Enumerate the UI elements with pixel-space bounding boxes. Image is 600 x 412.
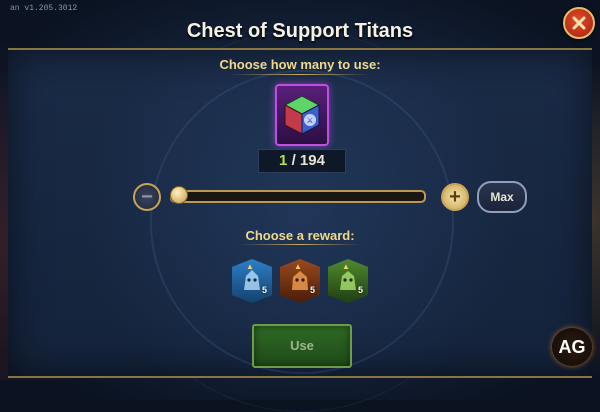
reward-option[interactable]: ▲ 5 bbox=[280, 259, 320, 303]
choose-reward-label: Choose a reward: bbox=[245, 228, 355, 243]
chest-item: ⚔ bbox=[275, 84, 329, 146]
crown-icon: ▲ bbox=[294, 262, 302, 271]
dialog-title: Chest of Support Titans bbox=[186, 20, 414, 42]
version-label: an v1.205.3012 bbox=[10, 4, 78, 13]
divider bbox=[230, 74, 370, 75]
minus-icon: − bbox=[141, 186, 153, 208]
increase-button[interactable]: + bbox=[441, 183, 469, 211]
quantity-slider-handle[interactable] bbox=[170, 186, 188, 204]
plus-icon: + bbox=[449, 186, 461, 208]
reward-option[interactable]: ▲ 5 bbox=[328, 259, 368, 303]
reward-option[interactable]: ▲ 5 bbox=[232, 259, 272, 303]
crown-icon: ▲ bbox=[246, 262, 254, 271]
count-separator: / bbox=[291, 152, 296, 169]
titan-portrait-icon bbox=[340, 271, 356, 290]
total-count: 194 bbox=[299, 152, 325, 169]
ag-logo: AG bbox=[552, 328, 592, 366]
decrease-button[interactable]: − bbox=[133, 183, 161, 211]
svg-text:⚔: ⚔ bbox=[306, 116, 313, 125]
reward-stars: 5 bbox=[357, 285, 363, 295]
crown-icon: ▲ bbox=[342, 262, 350, 271]
chest-icon: ⚔ bbox=[283, 95, 321, 135]
titan-portrait-icon bbox=[292, 271, 308, 290]
use-button[interactable]: Use bbox=[252, 324, 352, 368]
use-count-display: 1 / 194 bbox=[258, 149, 346, 173]
current-count: 1 bbox=[279, 152, 288, 169]
close-button[interactable] bbox=[563, 7, 595, 39]
close-icon bbox=[572, 16, 586, 30]
quantity-slider-track[interactable] bbox=[170, 190, 426, 203]
titan-portrait-icon bbox=[244, 270, 260, 290]
reward-stars: 5 bbox=[309, 285, 315, 295]
max-button[interactable]: Max bbox=[477, 181, 527, 213]
dialog: an v1.205.3012 Chest of Support Titans C… bbox=[0, 0, 600, 400]
reward-stars: 5 bbox=[261, 285, 267, 295]
divider bbox=[240, 244, 360, 245]
choose-count-label: Choose how many to use: bbox=[219, 57, 381, 72]
